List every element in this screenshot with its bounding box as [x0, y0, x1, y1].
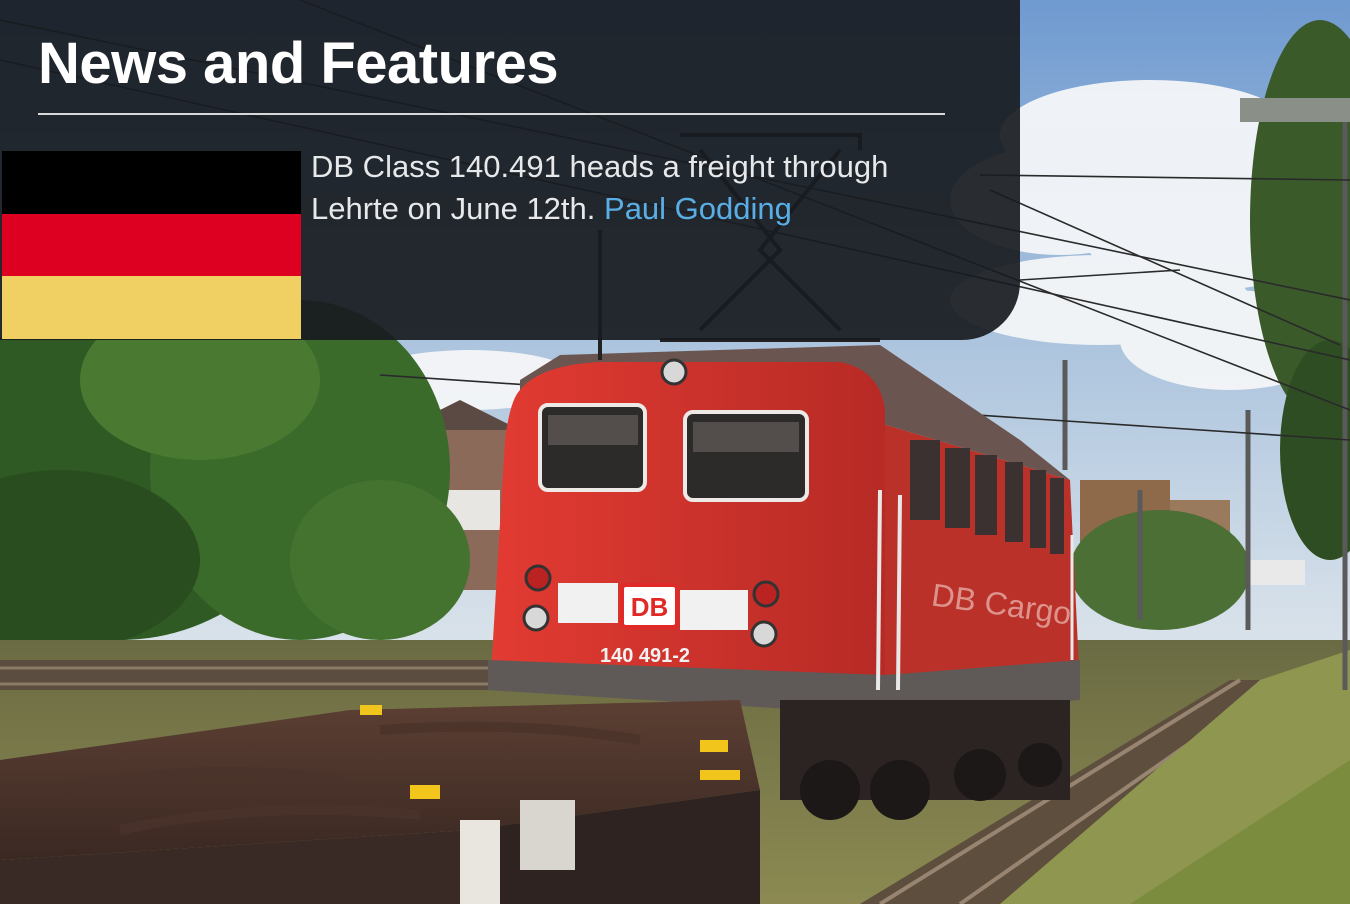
flag-band-red: [2, 213, 301, 277]
photo-credit-link[interactable]: Paul Godding: [604, 191, 792, 226]
caption-text: DB Class 140.491 heads a freight through…: [311, 149, 889, 226]
flag-band-gold: [2, 276, 301, 339]
news-feature-panel: DB 140 491-2 DB Cargo News and Features …: [0, 0, 1350, 904]
locomotive-number: 140 491-2: [600, 645, 690, 667]
feature-caption: DB Class 140.491 heads a freight through…: [311, 146, 951, 230]
flag-band-black: [2, 151, 301, 214]
title-divider: [38, 113, 945, 115]
page-title: News and Features: [38, 31, 559, 96]
db-logo-text: DB: [631, 592, 669, 622]
germany-flag-icon: [2, 151, 301, 339]
header-overlay: News and Features DB Class 140.491 heads…: [0, 0, 1020, 340]
